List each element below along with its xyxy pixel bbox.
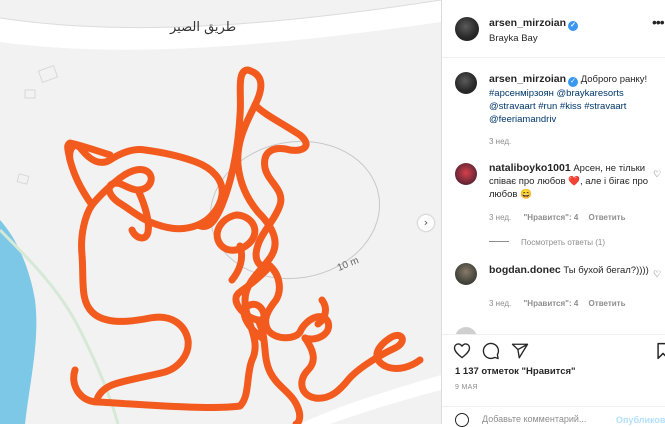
emoji-icon[interactable]	[455, 413, 469, 427]
author-avatar[interactable]	[455, 17, 479, 41]
hashtag[interactable]: #run	[538, 101, 557, 112]
caption-time: 3 нед.	[489, 137, 512, 146]
comment-time: 3 нед.	[489, 213, 512, 222]
caption-avatar[interactable]	[455, 72, 477, 94]
comment-time: 3 нед.	[489, 299, 512, 308]
comments-panel[interactable]: arsen_mirzoian ✓ Доброго ранку! #арсенмір…	[442, 59, 665, 334]
add-comment-bar: Опубликовать	[442, 406, 665, 427]
commenter-avatar[interactable]	[455, 163, 477, 185]
likes-count[interactable]: 1 137 отметок "Нравится"	[455, 366, 576, 377]
comment-meta: 3 нед. "Нравится": 4 Ответить	[489, 299, 626, 308]
next-photo-button[interactable]: ›	[418, 215, 434, 231]
comment-likes[interactable]: "Нравится": 4	[524, 213, 579, 222]
post-location[interactable]: Brayka Bay	[489, 33, 538, 44]
route-map	[0, 0, 441, 424]
divider	[489, 241, 509, 242]
hashtag[interactable]: #арсенмірзоян	[489, 88, 554, 99]
mention[interactable]: @braykaresorts	[557, 88, 624, 99]
post-caption: arsen_mirzoian ✓ Доброго ранку! #арсенмір…	[489, 73, 659, 126]
post-photo[interactable]: طريق الصير 10 m ›	[0, 0, 441, 424]
road-label: طريق الصير	[170, 20, 237, 35]
comment-item: nataliboyko1001 Арсен, не тільки співає …	[489, 162, 649, 201]
more-horizontal-icon[interactable]: •••	[652, 14, 665, 30]
verified-badge-icon: ✓	[568, 21, 579, 31]
verified-badge-icon: ✓	[568, 77, 579, 87]
like-comment-heart-icon[interactable]: ♡	[653, 169, 661, 180]
commenter-avatar[interactable]	[455, 263, 477, 285]
post-actions: 1 137 отметок "Нравится" 9 МАЯ Опубликов…	[442, 334, 665, 427]
post-date[interactable]: 9 МАЯ	[455, 384, 478, 391]
chevron-right-icon: ›	[423, 216, 429, 229]
comment-meta: 3 нед. "Нравится": 4 Ответить	[489, 213, 626, 222]
hashtag[interactable]: #stravaart	[584, 101, 626, 112]
comment-likes[interactable]: "Нравится": 4	[524, 299, 579, 308]
mention[interactable]: @feeriamandriv	[489, 114, 556, 125]
run-route	[64, 66, 424, 424]
hashtag[interactable]: #kiss	[560, 101, 582, 112]
author-username-row: arsen_mirzoian ✓	[489, 17, 579, 31]
caption-text: Доброго ранку!	[580, 74, 648, 85]
commenter-username[interactable]: bogdan.donec	[489, 264, 561, 276]
like-comment-heart-icon[interactable]: ♡	[653, 269, 661, 280]
mention[interactable]: @stravaart	[489, 101, 536, 112]
share-icon[interactable]	[511, 342, 529, 360]
comment-input[interactable]	[482, 414, 622, 424]
author-username[interactable]: arsen_mirzoian	[489, 17, 566, 29]
comment-item: bogdan.donec Ты бухой бегал?))))	[489, 264, 649, 277]
commenter-username[interactable]: nataliboyko1001	[489, 162, 571, 174]
like-heart-icon[interactable]	[453, 342, 471, 359]
post-header: arsen_mirzoian ✓ Brayka Bay •••	[442, 0, 665, 58]
reply-button[interactable]: Ответить	[589, 213, 626, 222]
commenter-avatar[interactable]	[455, 327, 477, 334]
bookmark-icon[interactable]	[656, 342, 665, 360]
reply-button[interactable]: Ответить	[589, 299, 626, 308]
caption-username[interactable]: arsen_mirzoian	[489, 73, 566, 85]
comment-text: Ты бухой бегал?))))	[563, 265, 649, 276]
post-sidebar: arsen_mirzoian ✓ Brayka Bay ••• arsen_mir…	[441, 0, 665, 427]
view-replies-button[interactable]: Посмотреть ответы (1)	[489, 238, 605, 247]
instagram-post: طريق الصير 10 m › arsen_mirzoian ✓ Brayka…	[0, 0, 665, 427]
comment-icon[interactable]	[482, 342, 500, 360]
